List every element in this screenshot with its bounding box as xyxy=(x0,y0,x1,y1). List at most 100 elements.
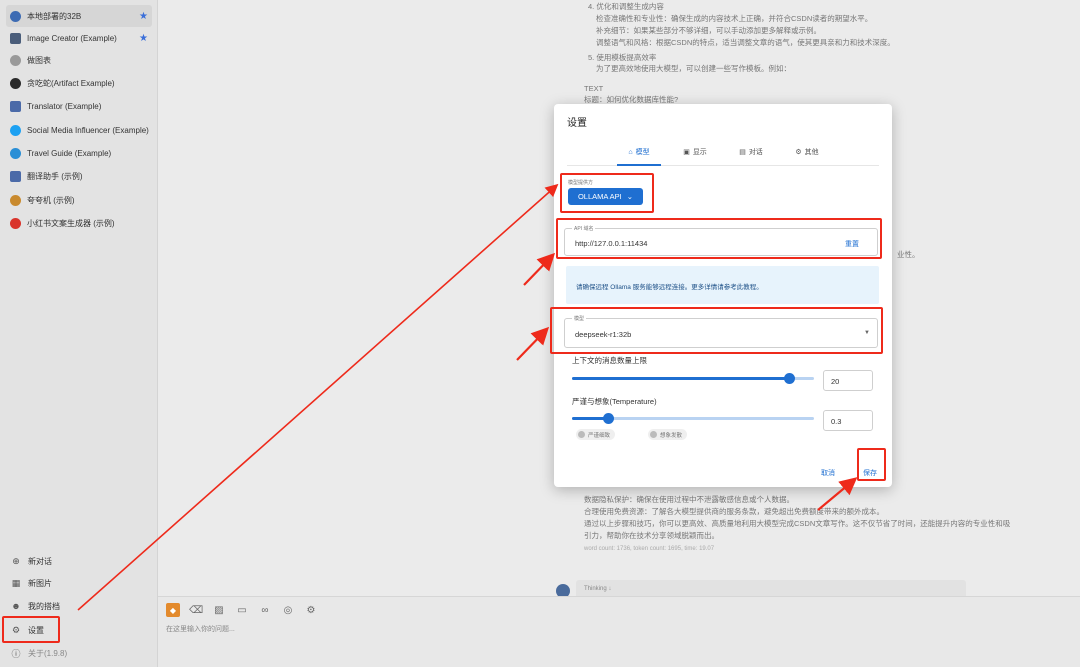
message-text: 4. 优化和调整生成内容 xyxy=(588,2,664,11)
info-icon: ⓘ xyxy=(11,648,21,659)
temperature-label: 严谨与想象(Temperature) xyxy=(572,397,657,406)
chat-icon: ▤ xyxy=(739,149,746,156)
provider-label: 模型提供方 xyxy=(568,180,594,186)
tab-model[interactable]: ⌂ 模型 xyxy=(611,142,667,166)
partner-avatar-icon xyxy=(10,217,21,229)
info-alert: 请确保远程 Ollama 服务能够远程连接。更多详情请参考此教程。 xyxy=(566,266,879,304)
partner-icon: ☻ xyxy=(11,601,21,611)
provider-value: OLLAMA API xyxy=(577,192,622,201)
star-icon[interactable]: ★ xyxy=(139,11,148,22)
save-button[interactable]: 保存 xyxy=(863,468,877,478)
sidebar-item-praise-bot[interactable]: 夸夸机 (示例) xyxy=(6,189,152,211)
slider-thumb[interactable] xyxy=(602,413,614,424)
model-select-icon[interactable]: ◆ xyxy=(166,603,180,617)
message-text: 调整语气和风格：根据CSDN的特点，适当调整文章的语气，使其更具亲和力和技术深度… xyxy=(596,38,895,47)
api-host-field[interactable]: API 域名 http://127.0.0.1:11434 重置 xyxy=(564,225,878,256)
info-text: 请确保远程 Ollama 服务能够远程连接。更多详情请参考此教程。 xyxy=(576,284,763,291)
message-text: 业性。 xyxy=(897,250,920,259)
temperature-slider[interactable] xyxy=(572,413,814,424)
sidebar-item-chart[interactable]: 做图表 xyxy=(6,49,152,71)
folder-icon[interactable]: ▭ xyxy=(235,603,249,617)
image-icon[interactable]: ▨ xyxy=(212,603,226,617)
gear-icon: ⚙ xyxy=(11,624,21,635)
temperature-input[interactable]: 0.3 xyxy=(823,410,873,431)
message-text: 引力，帮助你在技术分享领域脱颖而出。 xyxy=(584,531,719,540)
dialog-title: 设置 xyxy=(567,118,587,129)
gear-icon: ⚙ xyxy=(795,149,802,156)
sidebar-item-local-32b[interactable]: 本地部署的32B ★ xyxy=(6,5,152,27)
sidebar-item-label: 做图表 xyxy=(27,55,51,65)
sidebar-item-xiaohongshu[interactable]: 小红书文案生成器 (示例) xyxy=(6,212,152,234)
star-icon[interactable]: ★ xyxy=(139,33,148,44)
partner-avatar-icon xyxy=(10,10,21,22)
model-icon: ⌂ xyxy=(628,149,633,156)
sidebar-item-social-media[interactable]: Social Media Influencer (Example) xyxy=(6,119,152,141)
message-text: 检查准确性和专业性：确保生成的内容技术上正确，并符合CSDN读者的期望水平。 xyxy=(596,14,873,23)
partner-avatar-icon xyxy=(10,100,21,112)
settings-button[interactable]: ⚙ 设置 xyxy=(6,619,152,641)
context-limit-input[interactable]: 20 xyxy=(823,370,873,391)
about-button[interactable]: ⓘ 关于(1.9.8) xyxy=(6,642,152,664)
input-toolbar: ◆ ⌫ ▨ ▭ ∞ ◎ ⚙ xyxy=(166,603,318,617)
tab-label: 对话 xyxy=(748,149,763,156)
about-label: 关于(1.9.8) xyxy=(28,648,68,658)
api-host-label: API 域名 xyxy=(572,225,596,232)
model-select[interactable]: 模型 deepseek-r1:32b ▼ xyxy=(564,315,878,348)
partner-avatar-icon xyxy=(10,77,21,89)
chip-label: 想象发散 xyxy=(660,432,683,439)
partner-avatar-icon xyxy=(10,32,21,44)
message-text: 合理使用免费资源：了解各大模型提供商的服务条款，避免超出免费额度带来的额外成本。 xyxy=(584,507,884,516)
message-stats: word count: 1736, token count: 1695, tim… xyxy=(584,546,715,552)
strict-icon xyxy=(578,431,585,438)
partner-avatar-icon xyxy=(10,170,21,182)
sidebar-item-snake[interactable]: 贪吃蛇(Artifact Example) xyxy=(6,72,152,94)
context-limit-slider[interactable] xyxy=(572,373,814,384)
provider-select[interactable]: OLLAMA API ⌄ xyxy=(568,188,643,205)
message-text: 为了更高效地使用大模型，可以创建一些写作模板。例如： xyxy=(596,64,791,73)
chip-label: 严谨细致 xyxy=(588,432,611,439)
image-icon: ▦ xyxy=(11,577,21,588)
sidebar-item-translation-helper[interactable]: 翻译助手 (示例) xyxy=(6,165,152,187)
tab-display[interactable]: ▣ 显示 xyxy=(667,142,723,165)
message-text: 5. 使用模板提高效率 xyxy=(588,53,657,62)
tab-chat[interactable]: ▤ 对话 xyxy=(723,142,779,165)
sidebar-item-label: 小红书文案生成器 (示例) xyxy=(27,218,115,228)
message-text: TEXT xyxy=(584,84,604,93)
message-text: 数据隐私保护：确保在使用过程中不泄露敏感信息或个人数据。 xyxy=(584,495,794,504)
new-image-label: 新图片 xyxy=(28,578,52,588)
sidebar-item-travel-guide[interactable]: Travel Guide (Example) xyxy=(6,142,152,164)
sidebar-item-label: Image Creator (Example) xyxy=(27,33,117,43)
tab-label: 显示 xyxy=(692,149,707,156)
eraser-icon[interactable]: ⌫ xyxy=(189,603,203,617)
reset-button[interactable]: 重置 xyxy=(845,239,859,249)
message-text: 补充细节：如果某些部分不够详细，可以手动添加更多解释或示例。 xyxy=(596,26,821,35)
api-host-value[interactable]: http://127.0.0.1:11434 xyxy=(575,239,647,248)
my-partners-label: 我的搭档 xyxy=(28,601,60,611)
partner-avatar-icon xyxy=(10,124,21,136)
globe-icon[interactable]: ◎ xyxy=(281,603,295,617)
chip-imaginative[interactable]: 想象发散 xyxy=(648,429,688,440)
sidebar: 本地部署的32B ★ Image Creator (Example) ★ 做图表… xyxy=(0,0,158,667)
my-partners-button[interactable]: ☻ 我的搭档 xyxy=(6,595,152,617)
sidebar-item-label: Travel Guide (Example) xyxy=(27,148,112,158)
input-area: ◆ ⌫ ▨ ▭ ∞ ◎ ⚙ 在这里输入你的问题... xyxy=(158,596,1080,667)
cancel-button[interactable]: 取消 xyxy=(821,468,835,478)
settings-sliders-icon[interactable]: ⚙ xyxy=(304,603,318,617)
message-text: 通过以上步骤和技巧，你可以更高效、高质量地利用大模型完成CSDN文章写作。这不仅… xyxy=(584,519,1011,528)
slider-thumb[interactable] xyxy=(784,373,796,384)
new-image-button[interactable]: ▦ 新图片 xyxy=(6,572,152,594)
message-input[interactable]: 在这里输入你的问题... xyxy=(166,624,235,634)
sidebar-item-image-creator[interactable]: Image Creator (Example) ★ xyxy=(6,27,152,49)
tab-other[interactable]: ⚙ 其他 xyxy=(779,142,835,165)
sidebar-item-translator[interactable]: Translator (Example) xyxy=(6,95,152,117)
tab-label: 模型 xyxy=(635,149,650,156)
model-label: 模型 xyxy=(572,315,587,322)
settings-label: 设置 xyxy=(28,625,44,635)
thinking-label: Thinking xyxy=(584,586,607,592)
sidebar-item-label: Translator (Example) xyxy=(27,101,102,111)
sidebar-item-label: 翻译助手 (示例) xyxy=(27,171,83,181)
new-chat-button[interactable]: ⊕ 新对话 xyxy=(6,550,152,572)
link-icon[interactable]: ∞ xyxy=(258,603,272,617)
sidebar-item-label: 本地部署的32B xyxy=(27,11,82,21)
chip-strict[interactable]: 严谨细致 xyxy=(576,429,616,440)
